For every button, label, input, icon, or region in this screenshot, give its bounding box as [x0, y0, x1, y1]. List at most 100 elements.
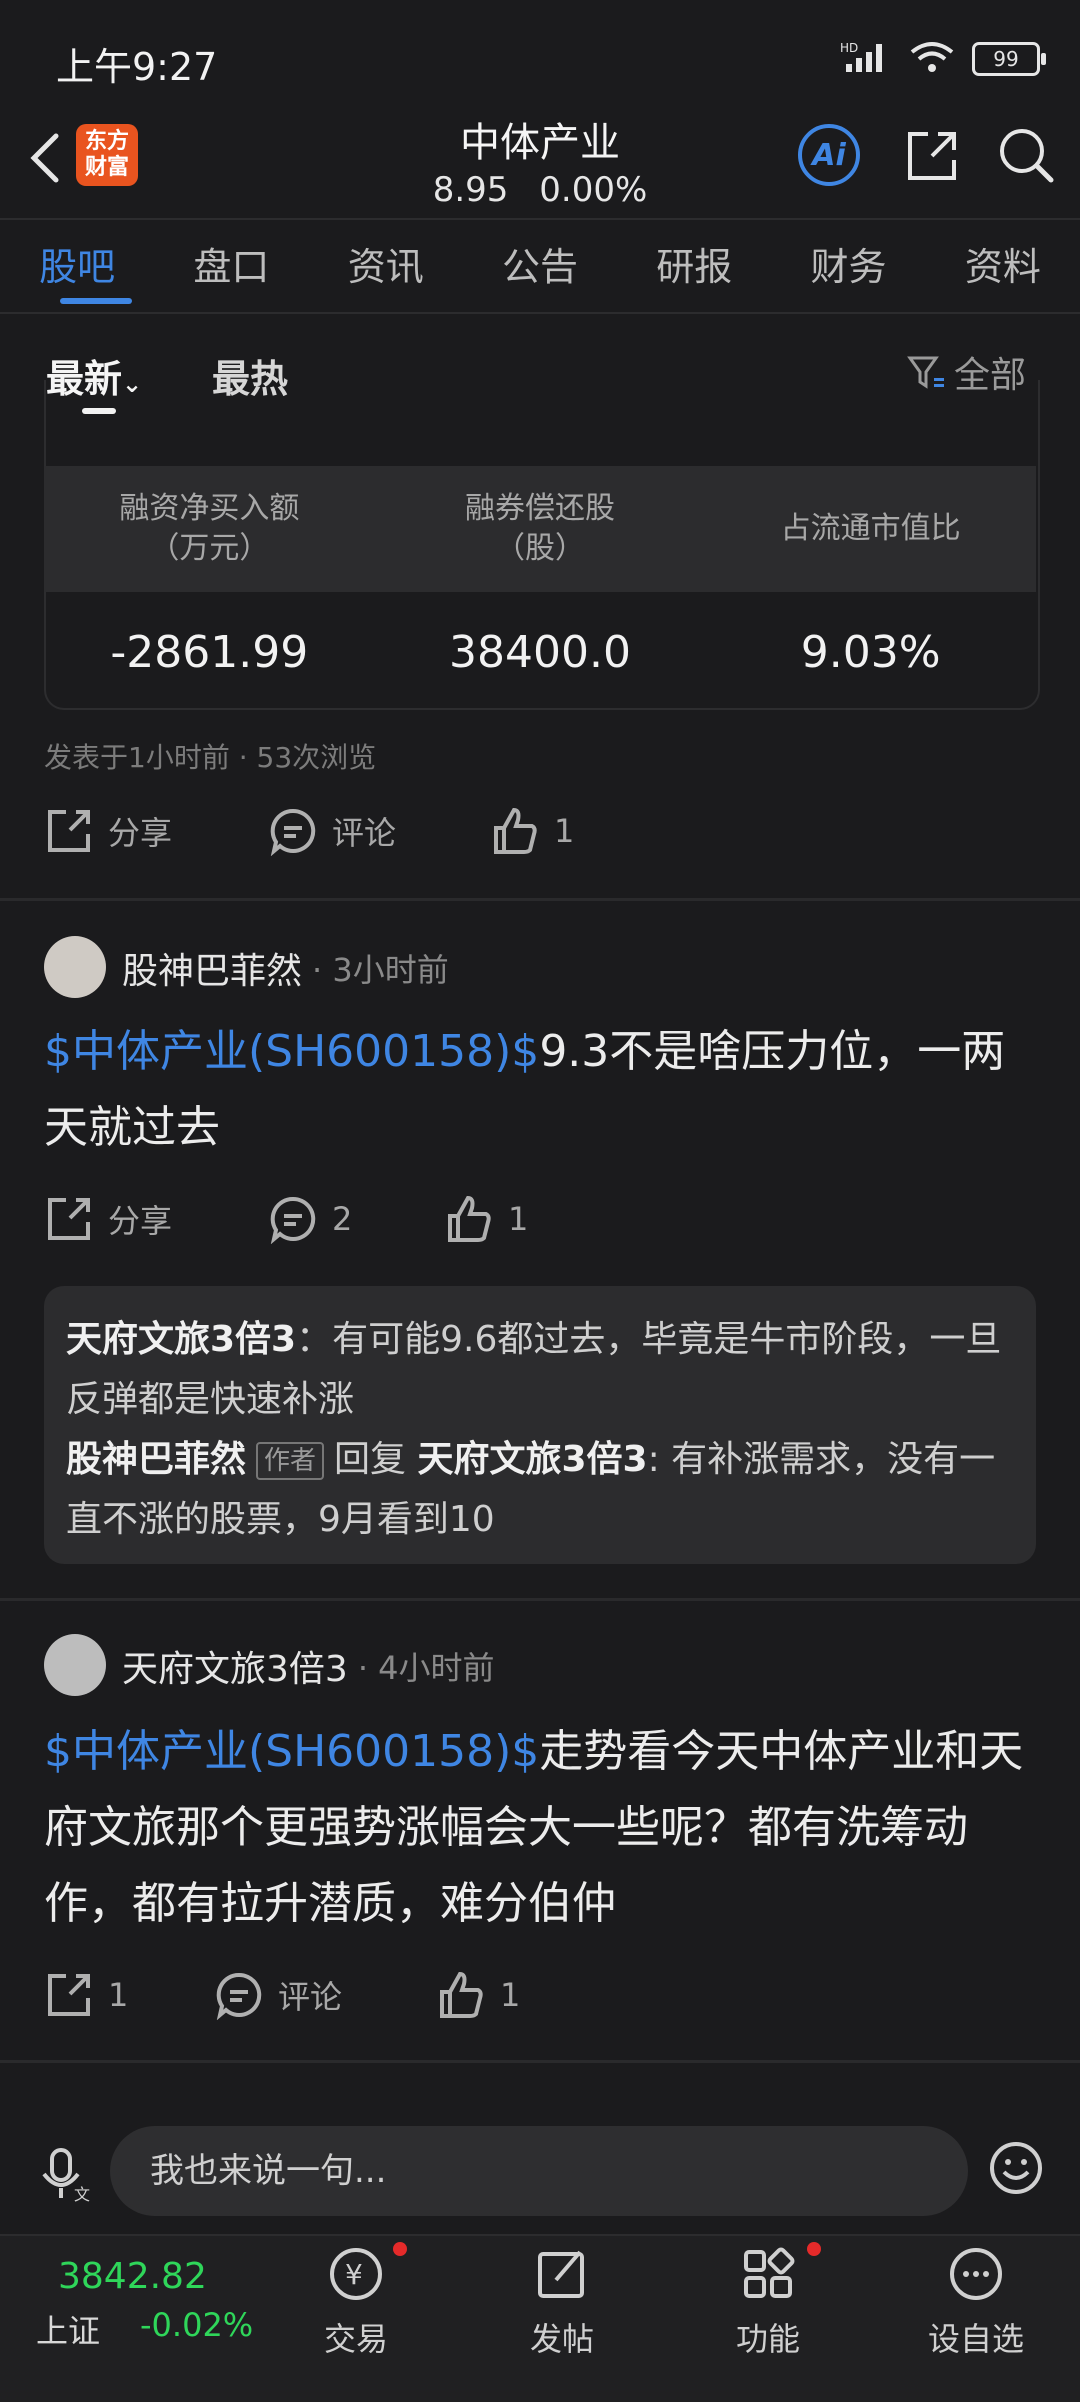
- margin-table-row: -2861.99 38400.0 9.03%: [44, 610, 1036, 696]
- status-time: 上午9:27: [56, 45, 218, 89]
- notification-dot: [807, 2242, 821, 2256]
- nav-watchlist[interactable]: 设自选: [906, 2244, 1046, 2360]
- battery-icon: 99: [972, 42, 1046, 76]
- reply-user[interactable]: 天府文旅3倍3: [66, 1319, 296, 1360]
- share-label: 分享: [108, 1202, 173, 1240]
- tab-finance[interactable]: 财务: [801, 236, 897, 291]
- margin-table-header: 融资净买入额 （万元） 融券偿还股 （股） 占流通市值比: [44, 466, 1036, 592]
- ai-assistant-button[interactable]: Ai: [798, 124, 860, 186]
- post2-username[interactable]: 天府文旅3倍3: [122, 1640, 348, 1692]
- post2-header: 天府文旅3倍3 · 4小时前: [122, 1640, 495, 1692]
- header-float-ratio: 占流通市值比: [780, 511, 961, 546]
- stock-price: 8.95: [432, 170, 509, 210]
- header-financing-net-buy: 融资净买入额 （万元）: [119, 491, 300, 566]
- post2-time: · 4小时前: [357, 1649, 495, 1687]
- nav-post[interactable]: 发帖: [492, 2244, 632, 2360]
- tab-news[interactable]: 资讯: [338, 236, 434, 291]
- post-separator: [0, 2060, 1080, 2063]
- stock-change: 0.00%: [539, 170, 648, 210]
- header-short-repay: 融券偿还股 （股）: [465, 491, 615, 566]
- stock-tag-link[interactable]: $中体产业(SH600158)$: [44, 1726, 539, 1777]
- tab-bar: 股吧 盘口 资讯 公告 研报 财务 资料: [0, 236, 1080, 291]
- notification-dot: [393, 2242, 407, 2256]
- value-financing-net-buy: -2861.99: [110, 627, 309, 678]
- post1-share-button[interactable]: 分享: [44, 1194, 268, 1244]
- nav-trade[interactable]: ¥ 交易: [286, 2244, 426, 2360]
- tab-pankou[interactable]: 盘口: [183, 236, 279, 291]
- thumbs-up-icon: [448, 1195, 491, 1242]
- reply-item: 天府文旅3倍3：有可能9.6都过去，毕竟是牛市阶段，一旦反弹都是快速补涨: [66, 1310, 1014, 1430]
- tab-guba[interactable]: 股吧: [29, 236, 125, 291]
- tab-research[interactable]: 研报: [646, 236, 742, 291]
- post0-share-button[interactable]: 分享: [44, 806, 268, 856]
- like-count: 1: [500, 1976, 521, 2014]
- index-value[interactable]: 3842.82: [58, 2256, 207, 2297]
- trade-icon: ¥: [330, 2248, 382, 2300]
- voice-input-button[interactable]: 文: [36, 2146, 92, 2204]
- reply-item: 股神巴菲然 作者 回复 天府文旅3倍3: 有补涨需求，没有一直不涨的股票，9月看到1…: [66, 1430, 1014, 1550]
- avatar[interactable]: [44, 1634, 106, 1696]
- post2-comment-button[interactable]: 评论: [214, 1970, 436, 2020]
- status-icons: HD 99: [840, 40, 1046, 78]
- nav-watchlist-label: 设自选: [927, 2320, 1024, 2358]
- comment-icon: [270, 1196, 316, 1244]
- tab-profile[interactable]: 资料: [955, 236, 1051, 291]
- wifi-icon: [910, 40, 954, 78]
- post2-actions: 1 评论 1: [44, 1970, 520, 2020]
- comment-label: 评论: [278, 1978, 343, 2016]
- active-tab-indicator: [60, 298, 132, 304]
- post1-comment-button[interactable]: 2: [268, 1194, 444, 1244]
- post1-header: 股神巴菲然 · 3小时前: [122, 942, 449, 994]
- comment-label: 评论: [332, 814, 397, 852]
- emoji-button[interactable]: [988, 2140, 1044, 2196]
- grid-icon: [744, 2247, 795, 2298]
- post2-like-button[interactable]: 1: [436, 1970, 520, 2020]
- reply-user[interactable]: 股神巴菲然: [66, 1439, 246, 1480]
- avatar[interactable]: [44, 936, 106, 998]
- post1-actions: 分享 2 1: [44, 1194, 528, 1244]
- value-float-ratio: 9.03%: [800, 627, 941, 678]
- author-badge: 作者: [256, 1442, 325, 1480]
- post1-like-button[interactable]: 1: [444, 1194, 528, 1244]
- tab-announcements[interactable]: 公告: [492, 236, 588, 291]
- post2-share-button[interactable]: 1: [44, 1970, 214, 2020]
- post1-username[interactable]: 股神巴菲然: [122, 942, 302, 994]
- thumbs-up-icon: [494, 807, 537, 854]
- nav-trade-label: 交易: [323, 2320, 388, 2358]
- search-button[interactable]: [995, 124, 1057, 186]
- post1-time: · 3小时前: [312, 951, 449, 989]
- share-icon: [48, 1974, 90, 2016]
- microphone-icon: 文: [42, 2148, 90, 2204]
- reply-verb: 回复: [334, 1439, 407, 1480]
- post0-like-button[interactable]: 1: [490, 806, 574, 856]
- svg-text:文: 文: [74, 2185, 90, 2202]
- share-label: 分享: [108, 814, 173, 852]
- share-count: 1: [108, 1976, 129, 2014]
- comment-input[interactable]: 我也来说一句...: [110, 2126, 968, 2216]
- nav-features[interactable]: 功能: [698, 2244, 838, 2360]
- like-count: 1: [554, 812, 575, 850]
- share-icon: [48, 1198, 90, 1240]
- post0-actions: 分享 评论 1: [44, 806, 574, 856]
- post2-content[interactable]: $中体产业(SH600158)$走势看今天中体产业和天府文旅那个更强势涨幅会大一…: [44, 1714, 1044, 1942]
- tabs-divider: [0, 312, 1080, 314]
- post1-content[interactable]: $中体产业(SH600158)$9.3不是啥压力位，一两天就过去: [44, 1014, 1044, 1166]
- share-button[interactable]: [902, 128, 960, 186]
- stock-tag-link[interactable]: $中体产业(SH600158)$: [44, 1026, 539, 1077]
- index-name[interactable]: 上证: [36, 2306, 100, 2352]
- svg-text:HD: HD: [840, 41, 858, 55]
- reply-preview-box[interactable]: 天府文旅3倍3：有可能9.6都过去，毕竟是牛市阶段，一旦反弹都是快速补涨 股神巴…: [44, 1286, 1036, 1564]
- share-icon: [48, 810, 90, 852]
- reply-target-user[interactable]: 天府文旅3倍3: [418, 1439, 648, 1480]
- post-meta: 发表于1小时前 · 53次浏览: [44, 741, 377, 774]
- post-separator: [0, 898, 1080, 901]
- more-icon: [950, 2248, 1002, 2300]
- thumbs-up-icon: [440, 1971, 483, 2018]
- index-change: -0.02%: [140, 2306, 254, 2344]
- post-separator: [0, 1598, 1080, 1601]
- nav-features-label: 功能: [735, 2320, 800, 2358]
- comment-icon: [270, 808, 316, 856]
- emoji-icon: [990, 2142, 1042, 2194]
- post0-comment-button[interactable]: 评论: [268, 806, 490, 856]
- search-icon: [1000, 129, 1054, 183]
